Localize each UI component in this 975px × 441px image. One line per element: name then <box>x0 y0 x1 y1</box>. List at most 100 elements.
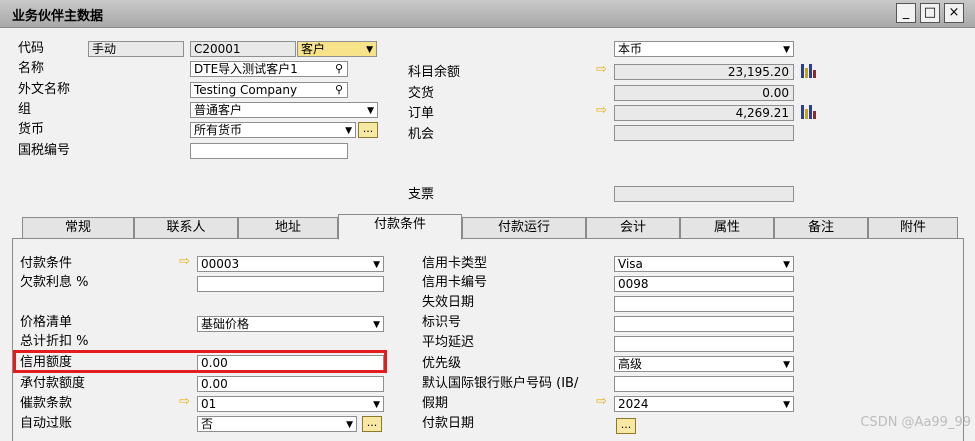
chevron-down-icon: ▼ <box>367 106 374 116</box>
paydate-label: 付款日期 <box>422 416 475 431</box>
tab-accounting[interactable]: 会计 <box>586 217 680 239</box>
opportunity-label: 机会 <box>408 127 435 142</box>
pin-icon: ⚲ <box>334 62 343 75</box>
tab-payment-run[interactable]: 付款运行 <box>462 217 586 239</box>
tab-remarks[interactable]: 备注 <box>774 217 868 239</box>
maximize-button[interactable]: □ <box>920 3 940 23</box>
chevron-down-icon: ▼ <box>373 260 380 270</box>
iban-field[interactable] <box>614 376 794 392</box>
bar-chart-icon[interactable] <box>800 105 818 119</box>
local-currency-dropdown[interactable]: 本币 ▼ <box>614 41 794 57</box>
name-field[interactable]: DTE导入测试客户1 ⚲ <box>190 61 348 77</box>
tab-payment-terms[interactable]: 付款条件 <box>338 214 462 240</box>
paydate-browse-button[interactable]: ... <box>616 418 636 434</box>
name-label: 名称 <box>18 61 45 76</box>
cardtype-value: Visa <box>618 257 643 271</box>
terms-dropdown[interactable]: 00003 ▼ <box>197 256 384 272</box>
code-field[interactable]: C20001 <box>190 41 296 57</box>
chevron-down-icon: ▼ <box>783 260 790 270</box>
expiry-label: 失效日期 <box>422 295 475 310</box>
delivery-label: 交货 <box>408 86 435 101</box>
autoclose-dropdown[interactable]: 否 ▼ <box>197 416 357 432</box>
chevron-down-icon: ▼ <box>373 320 380 330</box>
pricelist-label: 价格清单 <box>20 315 73 330</box>
discount-label: 总计折扣 % <box>20 334 89 349</box>
opportunity-field <box>614 125 794 141</box>
delivery-value: 0.00 <box>762 86 789 100</box>
checks-field <box>614 186 794 202</box>
tab-contacts[interactable]: 联系人 <box>134 217 238 239</box>
close-button[interactable]: × <box>944 3 964 23</box>
pricelist-value: 基础价格 <box>201 317 250 331</box>
tab-general[interactable]: 常规 <box>22 217 134 239</box>
cardno-value: 0098 <box>618 277 649 291</box>
autoclose-browse-button[interactable]: ... <box>362 416 382 432</box>
autoclose-value: 否 <box>201 417 214 431</box>
link-arrow-icon[interactable]: ⇨ <box>596 395 607 409</box>
bp-master-window: 业务伙伴主数据 _ □ × 代码 手动 C20001 客户 ▼ 名称 DTE导入测… <box>0 0 975 441</box>
avgdelay-field[interactable] <box>614 336 794 352</box>
holiday-dropdown[interactable]: 2024 ▼ <box>614 396 794 412</box>
credit-limit-highlight <box>13 350 387 373</box>
group-label: 组 <box>18 102 32 117</box>
pricelist-dropdown[interactable]: 基础价格 ▼ <box>197 316 384 332</box>
autoclose-label: 自动过账 <box>20 416 73 431</box>
chevron-down-icon: ▼ <box>345 126 352 136</box>
window-title: 业务伙伴主数据 <box>12 9 104 24</box>
holiday-value: 2024 <box>618 397 649 411</box>
commit-limit-field[interactable]: 0.00 <box>197 376 384 392</box>
bp-type-dropdown[interactable]: 客户 ▼ <box>297 41 377 57</box>
avgdelay-label: 平均延迟 <box>422 335 475 350</box>
dunning-dropdown[interactable]: 01 ▼ <box>197 396 384 412</box>
commit-limit-label: 承付款额度 <box>20 376 86 391</box>
delivery-field: 0.00 <box>614 85 794 101</box>
tax-field[interactable] <box>190 143 348 159</box>
cardtype-label: 信用卡类型 <box>422 256 488 271</box>
watermark: CSDN @Aa99_99 <box>860 415 971 430</box>
tab-addresses[interactable]: 地址 <box>238 217 338 239</box>
holiday-label: 假期 <box>422 396 449 411</box>
code-mode-field[interactable]: 手动 <box>88 41 184 57</box>
tab-properties[interactable]: 属性 <box>680 217 774 239</box>
orders-value: 4,269.21 <box>735 106 789 120</box>
code-label: 代码 <box>18 41 45 56</box>
tab-attachments[interactable]: 附件 <box>868 217 958 239</box>
title-bar: 业务伙伴主数据 _ □ × <box>0 0 975 28</box>
balance-field: 23,195.20 <box>614 64 794 80</box>
link-arrow-icon[interactable]: ⇨ <box>596 104 607 118</box>
currency-browse-button[interactable]: ... <box>358 122 378 138</box>
currency-dropdown[interactable]: 所有货币 ▼ <box>190 122 356 138</box>
link-arrow-icon[interactable]: ⇨ <box>179 395 190 409</box>
cardno-label: 信用卡编号 <box>422 275 488 290</box>
priority-dropdown[interactable]: 高级 ▼ <box>614 356 794 372</box>
id-label: 标识号 <box>422 315 462 330</box>
dunning-label: 催款条款 <box>20 396 73 411</box>
tax-label: 国税编号 <box>18 143 71 158</box>
code-mode-value: 手动 <box>92 42 117 56</box>
cardtype-dropdown[interactable]: Visa ▼ <box>614 256 794 272</box>
link-arrow-icon[interactable]: ⇨ <box>596 63 607 77</box>
id-field[interactable] <box>614 316 794 332</box>
foreign-name-value: Testing Company <box>194 83 298 97</box>
expiry-field[interactable] <box>614 296 794 312</box>
interest-field[interactable] <box>197 276 384 292</box>
chevron-down-icon: ▼ <box>373 400 380 410</box>
pin-icon: ⚲ <box>334 83 343 96</box>
balance-value: 23,195.20 <box>727 65 789 79</box>
group-value: 普通客户 <box>194 103 243 117</box>
bp-type-value: 客户 <box>301 42 326 56</box>
chevron-down-icon: ▼ <box>783 360 790 370</box>
terms-value: 00003 <box>201 257 240 271</box>
group-dropdown[interactable]: 普通客户 ▼ <box>190 102 378 118</box>
terms-label: 付款条件 <box>20 256 73 271</box>
link-arrow-icon[interactable]: ⇨ <box>179 255 190 269</box>
chevron-down-icon: ▼ <box>346 420 353 430</box>
foreign-name-label: 外文名称 <box>18 82 71 97</box>
cardno-field[interactable]: 0098 <box>614 276 794 292</box>
interest-label: 欠款利息 % <box>20 275 89 290</box>
bar-chart-icon[interactable] <box>800 64 818 78</box>
minimize-button[interactable]: _ <box>896 3 916 23</box>
orders-label: 订单 <box>408 106 435 121</box>
foreign-name-field[interactable]: Testing Company ⚲ <box>190 82 348 98</box>
chevron-down-icon: ▼ <box>366 45 373 55</box>
